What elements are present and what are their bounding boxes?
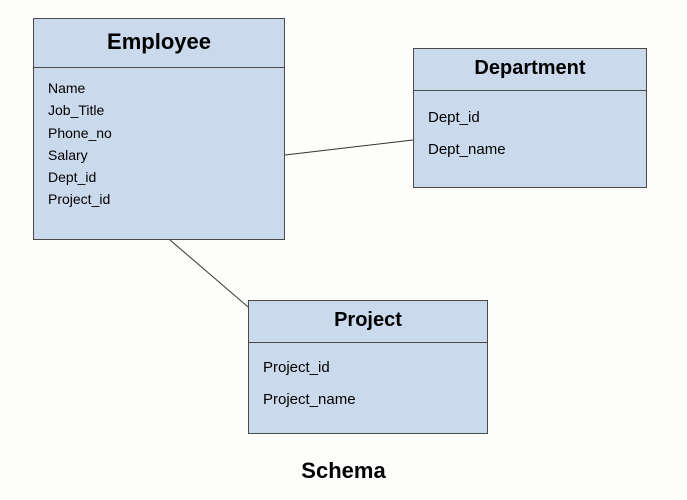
attribute-row: Project_id [48,189,270,209]
entity-project-attributes: Project_id Project_name [249,343,487,431]
diagram-title: Schema [0,458,687,484]
entity-employee: Employee Name Job_Title Phone_no Salary … [33,18,285,240]
attribute-row: Job_Title [48,100,270,120]
attribute-row: Phone_no [48,123,270,143]
attribute-row: Dept_name [428,135,632,165]
attribute-row: Salary [48,145,270,165]
attribute-row: Dept_id [48,167,270,187]
entity-employee-title: Employee [34,19,284,68]
employee-department-connector [285,140,413,155]
attribute-row: Project_name [263,385,473,415]
entity-department-title: Department [414,49,646,91]
attribute-row: Name [48,78,270,98]
entity-project: Project Project_id Project_name [248,300,488,434]
attribute-row: Dept_id [428,103,632,133]
entity-department: Department Dept_id Dept_name [413,48,647,188]
entity-department-attributes: Dept_id Dept_name [414,91,646,181]
entity-project-title: Project [249,301,487,343]
entity-employee-attributes: Name Job_Title Phone_no Salary Dept_id P… [34,68,284,226]
schema-diagram-canvas: Employee Name Job_Title Phone_no Salary … [0,0,687,500]
attribute-row: Project_id [263,353,473,383]
